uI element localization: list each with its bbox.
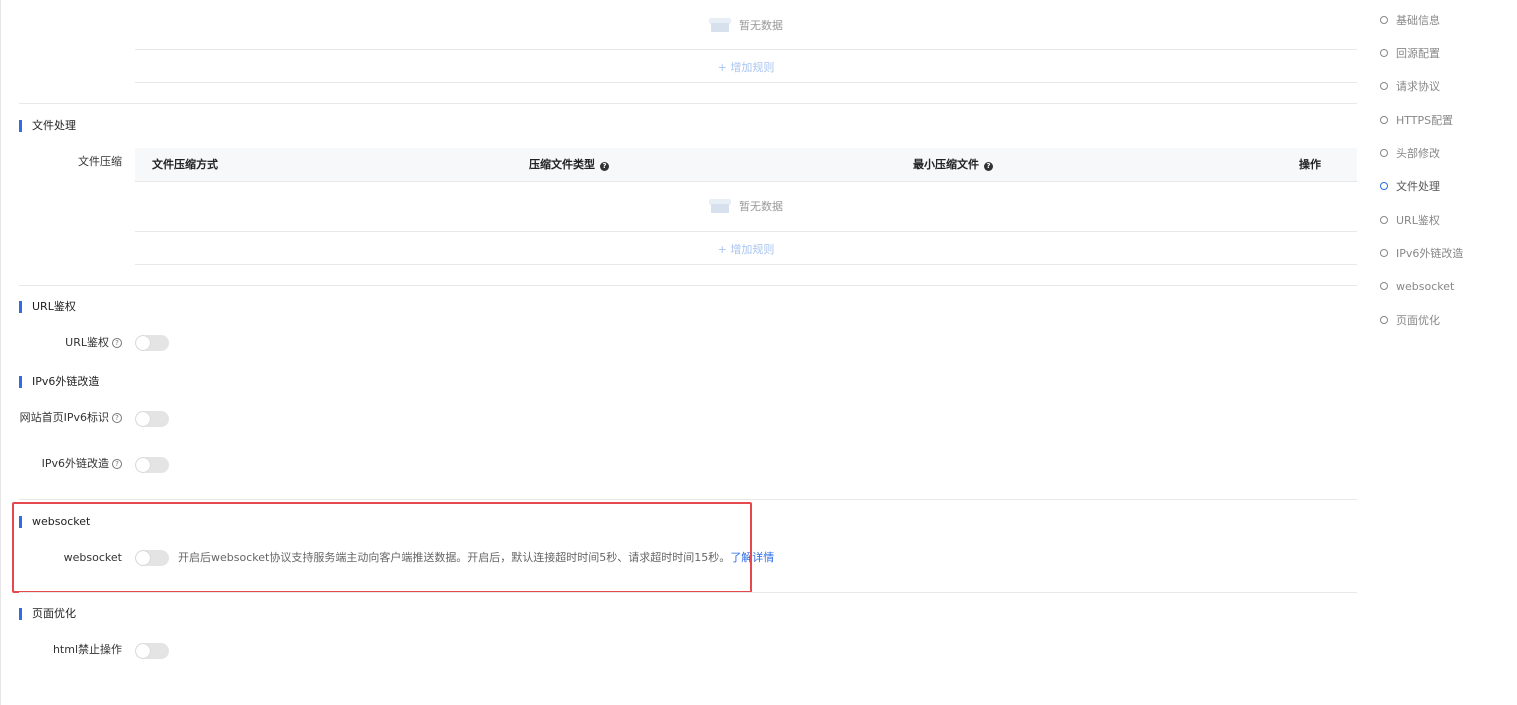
- section-title-ipv6: IPv6外链改造: [19, 376, 99, 388]
- section-title-file-processing: 文件处理: [19, 120, 76, 132]
- anchor-item-file-processing[interactable]: 文件处理: [1380, 179, 1440, 193]
- add-rule-button[interactable]: + 增加规则: [135, 59, 1357, 75]
- help-icon[interactable]: ?: [112, 459, 122, 469]
- anchor-item-origin[interactable]: 回源配置: [1380, 46, 1440, 60]
- section-divider: [19, 285, 1357, 286]
- anchor-dot-icon: [1380, 16, 1388, 24]
- section-divider: [19, 103, 1357, 104]
- toggle-knob: [136, 644, 150, 658]
- anchor-dot-icon: [1380, 116, 1388, 124]
- help-icon[interactable]: ?: [112, 413, 122, 423]
- empty-box-icon: [709, 18, 731, 32]
- anchor-dot-icon: [1380, 149, 1388, 157]
- divider: [135, 264, 1357, 265]
- toggle-knob: [136, 458, 150, 472]
- help-icon[interactable]: ?: [600, 162, 609, 171]
- ipv6-homepage-label: 网站首页IPv6标识?: [1, 411, 122, 425]
- url-auth-label: URL鉴权?: [1, 336, 122, 350]
- empty-text: 暂无数据: [739, 200, 783, 213]
- anchor-item-page-optimization[interactable]: 页面优化: [1380, 313, 1440, 327]
- ipv6-link-label: IPv6外链改造?: [1, 457, 122, 471]
- toggle-knob: [136, 412, 150, 426]
- help-icon[interactable]: ?: [984, 162, 993, 171]
- anchor-item-request-protocol[interactable]: 请求协议: [1380, 79, 1440, 93]
- main-content: 暂无数据 + 增加规则 文件处理 文件压缩 文件压缩方式 压缩文件类型? 最小压…: [0, 0, 1363, 705]
- anchor-item-https[interactable]: HTTPS配置: [1380, 113, 1453, 127]
- anchor-dot-icon: [1380, 216, 1388, 224]
- divider: [135, 231, 1357, 232]
- anchor-dot-icon: [1380, 82, 1388, 90]
- url-auth-toggle[interactable]: [135, 335, 169, 351]
- anchor-item-ipv6[interactable]: IPv6外链改造: [1380, 246, 1463, 260]
- column-header-file-type: 压缩文件类型?: [529, 148, 609, 181]
- anchor-dot-icon: [1380, 249, 1388, 257]
- anchor-item-header[interactable]: 头部修改: [1380, 146, 1440, 160]
- section-divider: [19, 499, 1357, 500]
- anchor-item-basic-info[interactable]: 基础信息: [1380, 13, 1440, 27]
- anchor-item-websocket[interactable]: websocket: [1380, 279, 1454, 293]
- anchor-dot-icon: [1380, 282, 1388, 290]
- column-header-method: 文件压缩方式: [152, 158, 218, 171]
- divider: [135, 82, 1357, 83]
- anchor-dot-icon: [1380, 316, 1388, 324]
- empty-text: 暂无数据: [739, 19, 783, 32]
- compression-table-header: 文件压缩方式 压缩文件类型? 最小压缩文件? 操作: [135, 148, 1357, 182]
- section-title-url-auth: URL鉴权: [19, 301, 76, 313]
- anchor-dot-icon: [1380, 182, 1388, 190]
- ipv6-link-toggle[interactable]: [135, 457, 169, 473]
- empty-box-icon: [709, 199, 731, 213]
- html-disable-toggle[interactable]: [135, 643, 169, 659]
- html-disable-label: html禁止操作: [52, 643, 122, 656]
- ipv6-homepage-toggle[interactable]: [135, 411, 169, 427]
- column-header-min-size: 最小压缩文件?: [913, 148, 993, 181]
- empty-state: 暂无数据: [135, 1, 1357, 49]
- file-compression-label: 文件压缩: [78, 155, 122, 168]
- column-header-actions: 操作: [1299, 158, 1321, 171]
- add-compression-rule-button[interactable]: + 增加规则: [135, 241, 1357, 257]
- websocket-highlight-box: [12, 502, 752, 593]
- divider: [135, 49, 1357, 50]
- help-icon[interactable]: ?: [112, 338, 122, 348]
- section-title-page-optimization: 页面优化: [19, 608, 76, 620]
- section-divider: [19, 592, 1357, 593]
- toggle-knob: [136, 336, 150, 350]
- compression-table-empty: 暂无数据: [135, 182, 1357, 230]
- anchor-dot-icon: [1380, 49, 1388, 57]
- anchor-item-url-auth[interactable]: URL鉴权: [1380, 213, 1440, 227]
